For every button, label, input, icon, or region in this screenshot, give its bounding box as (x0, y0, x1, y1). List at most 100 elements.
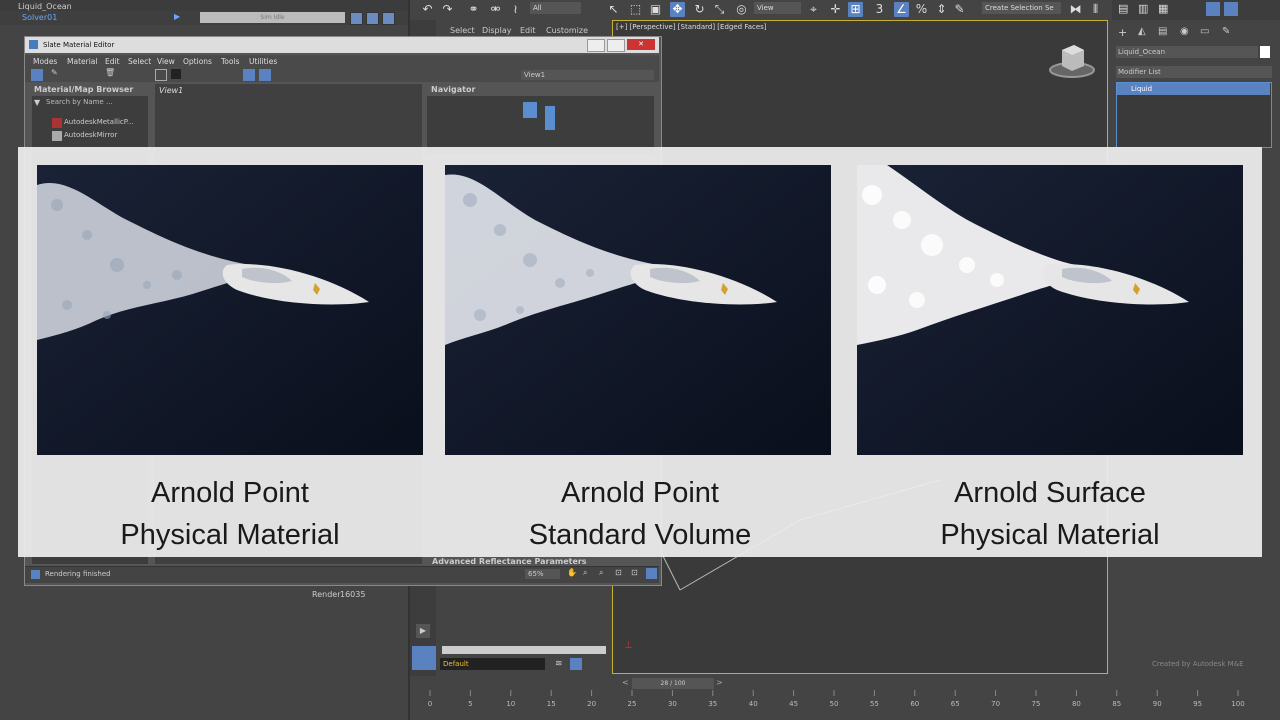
zoom-extents-icon[interactable]: ⊡ (615, 568, 622, 577)
pan-icon[interactable]: ✋ (567, 568, 577, 577)
fit-icon[interactable] (646, 568, 657, 579)
menu-display[interactable]: Display (482, 26, 512, 35)
menu-tools[interactable]: Tools (221, 55, 239, 68)
browser-item[interactable]: AutodeskMetallicP... (64, 118, 134, 126)
move-icon[interactable]: ✥ (670, 2, 685, 17)
sim-button[interactable] (366, 12, 379, 25)
unlink-icon[interactable]: ⚮ (488, 2, 503, 17)
snap-icon[interactable]: 3 (872, 2, 887, 17)
link-icon[interactable]: ⚭ (466, 2, 481, 17)
background-icon[interactable] (171, 69, 181, 79)
align-icon[interactable]: ⫴ (1088, 2, 1103, 17)
pivot-icon[interactable]: ⌖ (806, 2, 821, 17)
sim-button[interactable] (350, 12, 363, 25)
zoom-region-icon[interactable]: ⌕ (599, 568, 603, 578)
rect-select-icon[interactable]: ⬚ (628, 2, 643, 17)
time-ruler[interactable]: 0 5 10 15 20 25 30 35 40 45 50 55 60 65 70 75 80 85 90 95 10… (420, 690, 1250, 716)
zoom-selected-icon[interactable]: ⊡ (631, 568, 638, 577)
menu-modes[interactable]: Modes (33, 55, 57, 68)
rotate-icon[interactable]: ↻ (692, 2, 707, 17)
layer-dropdown[interactable]: Default (440, 658, 545, 670)
scale-icon[interactable]: ⤡ (712, 2, 727, 17)
panel-icon[interactable]: ▥ (1138, 2, 1148, 15)
next-frame-icon[interactable]: > (716, 678, 723, 687)
object-color-swatch[interactable] (1260, 46, 1270, 58)
navigator-node (523, 102, 537, 118)
layer-icon[interactable] (412, 646, 436, 670)
menu-select[interactable]: Select (450, 26, 475, 35)
spinner-snap-icon[interactable]: ⇕ (934, 2, 949, 17)
viewcube-icon[interactable] (1047, 40, 1097, 80)
horizontal-scrollbar[interactable] (442, 646, 606, 654)
maximize-icon[interactable] (607, 39, 625, 52)
select-tool-icon[interactable] (31, 69, 43, 81)
utilities-tab-icon[interactable]: ✎ (1222, 26, 1230, 37)
menu-customize[interactable]: Customize (546, 26, 588, 35)
menu-edit[interactable]: Edit (105, 55, 120, 68)
menu-view[interactable]: View (157, 55, 175, 68)
modify-tab-icon[interactable]: ◭ (1138, 26, 1146, 37)
viewport-label[interactable]: [+] [Perspective] [Standard] [Edged Face… (616, 23, 767, 31)
view-tab[interactable]: View1 (159, 86, 183, 95)
menu-edit[interactable]: Edit (520, 26, 536, 35)
navigator-node (545, 106, 555, 130)
object-name-field[interactable]: Liquid_Ocean (1116, 46, 1258, 58)
create-tab-icon[interactable]: + (1118, 26, 1127, 39)
prev-frame-icon[interactable]: < (622, 678, 629, 687)
caption-line: Physical Material (120, 519, 340, 551)
panel-icon[interactable] (1224, 2, 1238, 16)
ruler-tick-label: 60 (910, 700, 919, 708)
redo-icon[interactable]: ↷ (440, 2, 455, 17)
expand-icon[interactable]: ▶ (416, 624, 430, 638)
panel-icon[interactable]: ▦ (1158, 2, 1168, 15)
selection-filter[interactable]: All (530, 2, 581, 14)
ruler-tick-label: 45 (789, 700, 798, 708)
display-tab-icon[interactable]: ▭ (1200, 26, 1209, 37)
browser-item[interactable]: AutodeskMirror (64, 131, 117, 139)
play-icon[interactable]: ▶ (174, 12, 180, 21)
menu-utilities[interactable]: Utilities (249, 55, 277, 68)
modifier-list-dropdown[interactable]: Modifier List (1116, 66, 1272, 78)
close-icon[interactable]: ✕ (627, 39, 655, 50)
delete-icon[interactable]: 🗑 (105, 68, 115, 77)
named-selection-dropdown[interactable]: Create Selection Se (982, 2, 1061, 14)
reference-coord-dropdown[interactable]: View (754, 2, 801, 14)
browser-search-input[interactable]: Search by Name ... (46, 98, 113, 106)
hierarchy-tab-icon[interactable]: ▤ (1158, 26, 1167, 37)
layout-children-icon[interactable] (243, 69, 255, 81)
layout-all-icon[interactable] (259, 69, 271, 81)
motion-tab-icon[interactable]: ◉ (1180, 26, 1189, 37)
layout-icon[interactable] (155, 69, 167, 81)
mirror-icon[interactable]: ⧓ (1068, 2, 1083, 17)
axis-gizmo-icon: ⊥ (624, 640, 633, 651)
chevron-down-icon[interactable]: ▼ (34, 98, 40, 107)
named-selection-icon[interactable]: ✎ (952, 2, 967, 17)
angle-snap-icon[interactable]: ∠ (894, 2, 909, 17)
modifier-stack-item[interactable]: Liquid (1117, 83, 1270, 95)
keyboard-shortcut-icon[interactable]: ⊞ (848, 2, 863, 17)
undo-icon[interactable]: ↶ (420, 2, 435, 17)
explorer-row-label: Solver01 (22, 13, 58, 22)
place-icon[interactable]: ◎ (734, 2, 749, 17)
menu-select[interactable]: Select (128, 55, 151, 68)
select-icon[interactable]: ↖ (606, 2, 621, 17)
window-icon[interactable]: ▣ (648, 2, 663, 17)
layers-icon[interactable]: ≋ (555, 659, 563, 669)
menu-material[interactable]: Material (67, 55, 97, 68)
view-dropdown[interactable]: View1 (521, 70, 654, 80)
panel-icon[interactable] (1206, 2, 1220, 16)
layer-toolbar-icon[interactable] (570, 658, 582, 670)
minimize-icon[interactable] (587, 39, 605, 52)
zoom-icon[interactable]: ⌕ (583, 568, 587, 578)
zoom-dropdown[interactable]: 65% (525, 569, 560, 579)
pick-icon[interactable]: ✎ (51, 68, 58, 77)
menu-options[interactable]: Options (183, 55, 212, 68)
select-manipulate-icon[interactable]: ✛ (828, 2, 843, 17)
reflectance-rollout[interactable]: Advanced Reflectance Parameters (432, 557, 652, 566)
layout-icon[interactable]: ▤ (1118, 2, 1128, 15)
percent-snap-icon[interactable]: % (914, 2, 929, 17)
sim-button[interactable] (382, 12, 395, 25)
time-slider[interactable]: 28 / 100 (632, 678, 714, 689)
ruler-tick-label: 20 (587, 700, 596, 708)
bind-icon[interactable]: ≀ (508, 2, 523, 17)
